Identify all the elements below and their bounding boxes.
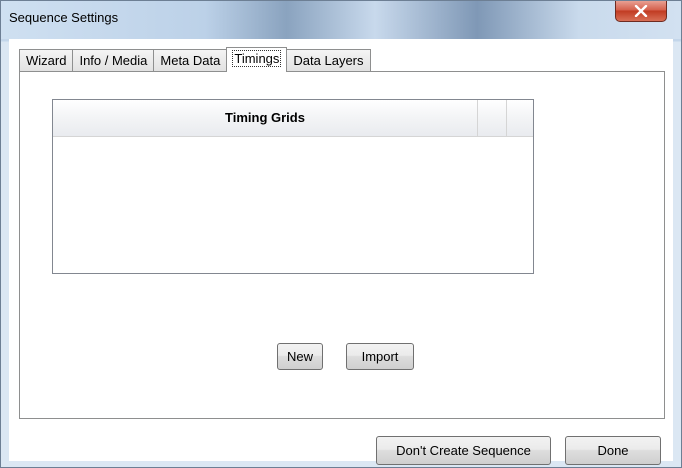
close-icon: [634, 5, 648, 17]
import-button[interactable]: Import: [346, 343, 414, 370]
done-button[interactable]: Done: [565, 436, 661, 465]
tab-bar: Wizard Info / Media Meta Data Timings Da…: [19, 47, 371, 72]
tab-label: Wizard: [26, 53, 67, 68]
tab-label: Data Layers: [293, 53, 364, 68]
tab-label: Info / Media: [79, 53, 148, 68]
tab-timings[interactable]: Timings: [226, 47, 288, 72]
tab-label: Timings: [232, 50, 282, 67]
dont-create-sequence-button[interactable]: Don't Create Sequence: [376, 436, 551, 465]
grid-header: Timing Grids: [53, 100, 533, 137]
tab-data-layers[interactable]: Data Layers: [286, 49, 371, 71]
dialog-client-area: Wizard Info / Media Meta Data Timings Da…: [9, 39, 673, 465]
new-button[interactable]: New: [277, 343, 323, 370]
timing-grids-list[interactable]: Timing Grids: [52, 99, 534, 274]
tab-label: Meta Data: [160, 53, 221, 68]
close-button[interactable]: [615, 1, 667, 22]
tab-wizard[interactable]: Wizard: [19, 49, 74, 71]
title-bar[interactable]: Sequence Settings: [1, 1, 681, 39]
tab-meta-data[interactable]: Meta Data: [153, 49, 228, 71]
window-title: Sequence Settings: [9, 10, 119, 25]
timings-panel: Timing Grids: [19, 71, 665, 419]
column-header-timing-grids[interactable]: Timing Grids: [53, 100, 478, 136]
tab-info-media[interactable]: Info / Media: [72, 49, 155, 71]
column-header-3[interactable]: [507, 100, 533, 136]
sequence-settings-window: Sequence Settings Wizard Info / Media Me…: [0, 0, 682, 468]
column-header-2[interactable]: [478, 100, 507, 136]
